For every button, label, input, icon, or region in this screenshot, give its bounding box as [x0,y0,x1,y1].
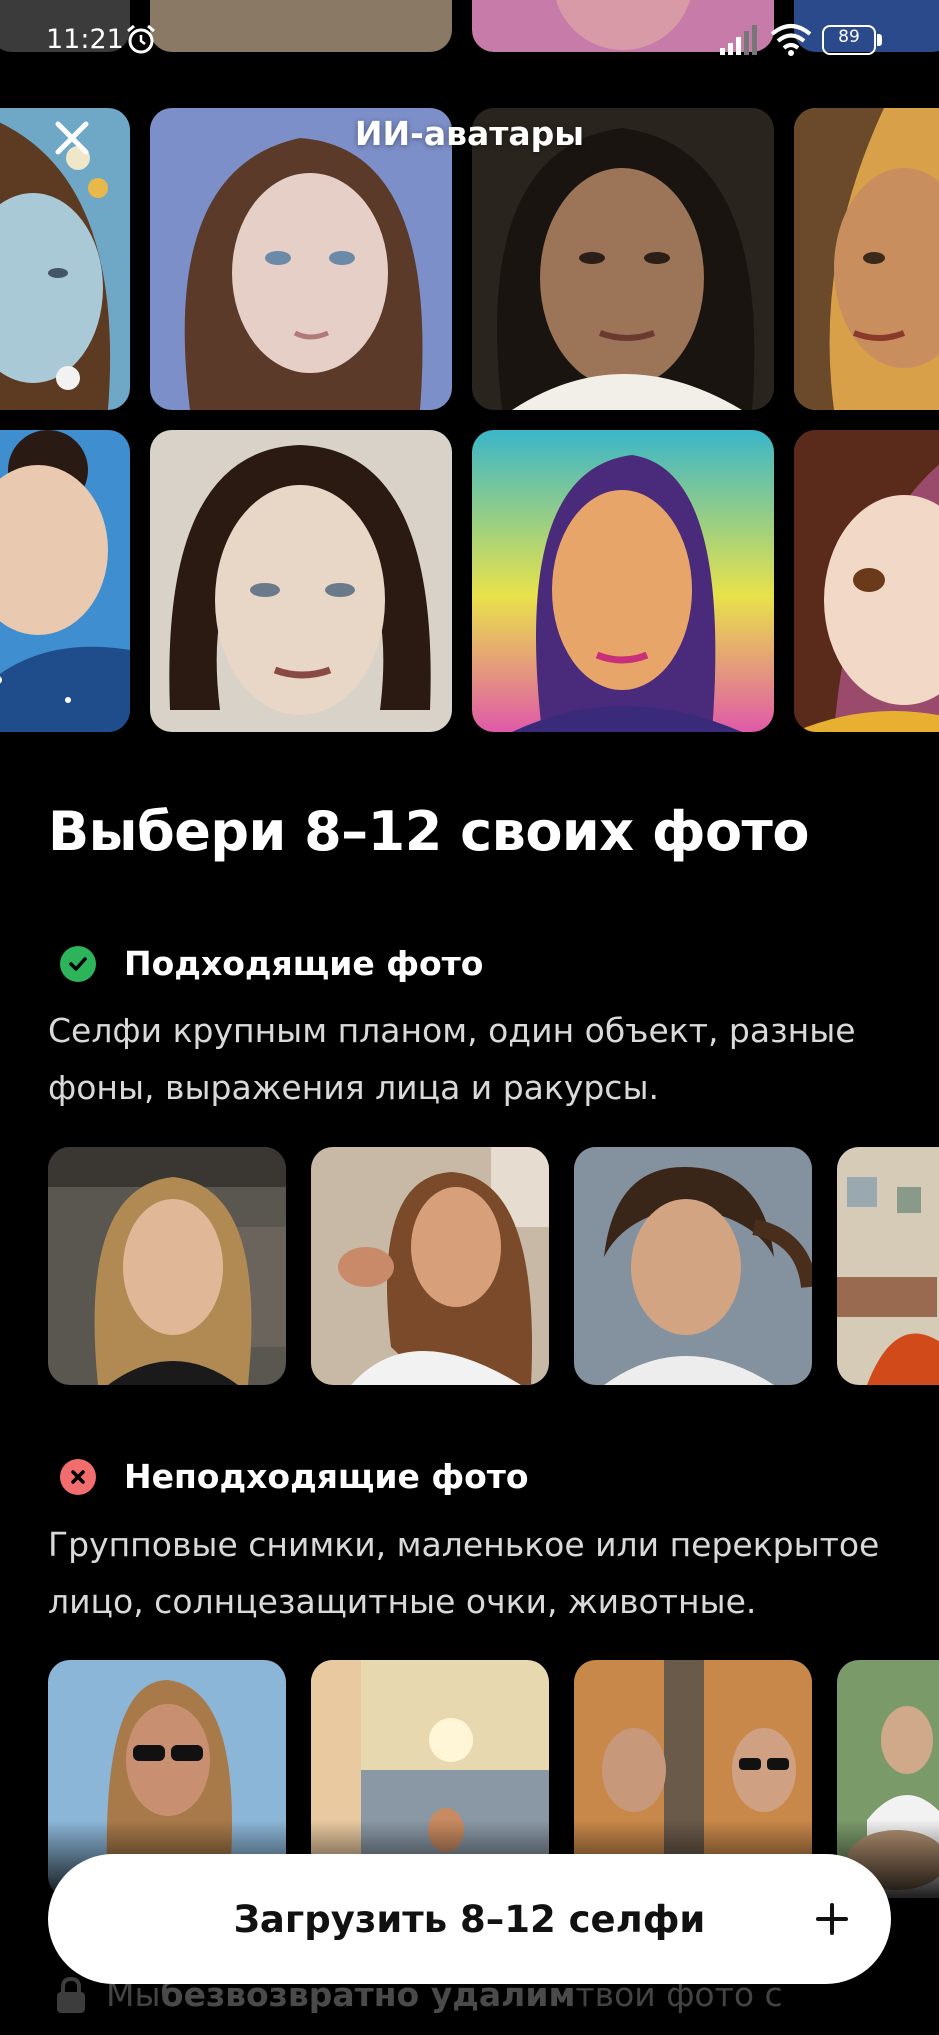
good-photos-row [48,1147,939,1385]
wifi-icon [770,24,812,56]
status-bar: 11:21 89 [0,0,939,84]
good-photo-example [48,1147,286,1385]
avatar-tile [794,108,939,410]
good-photo-example [311,1147,549,1385]
avatar-tile [472,108,774,410]
bad-photos-title: Неподходящие фото [124,1457,529,1496]
avatar-tile [0,430,130,732]
good-photo-example [574,1147,812,1385]
avatar-tile [150,430,452,732]
status-time: 11:21 [46,24,124,55]
signal-icon [720,25,757,55]
cross-icon [60,1458,96,1495]
check-icon [60,945,96,982]
good-photos-title: Подходящие фото [124,944,484,983]
bad-photos-header: Неподходящие фото [60,1457,529,1496]
avatar-tile [150,108,452,410]
upload-selfies-button[interactable]: Загрузить 8–12 селфи [48,1854,891,1984]
good-photos-description: Селфи крупным планом, один объект, разны… [48,1011,856,1107]
bad-photos-description: Групповые снимки, маленькое или перекрыт… [48,1525,880,1621]
page-header-title: ИИ-аватары [354,114,585,153]
avatar-gallery [0,0,939,735]
battery-level: 89 [838,27,860,47]
avatar-tile [794,430,939,732]
plus-icon [816,1903,848,1935]
alarm-icon [127,24,155,54]
lock-icon [57,1976,85,2013]
battery-icon: 89 [822,25,882,55]
page-title: Выбери 8–12 своих фото [48,800,809,863]
upload-selfies-label: Загрузить 8–12 селфи [233,1897,706,1941]
avatar-tile [472,430,774,732]
good-photo-example [837,1147,939,1385]
good-photos-header: Подходящие фото [60,944,483,983]
